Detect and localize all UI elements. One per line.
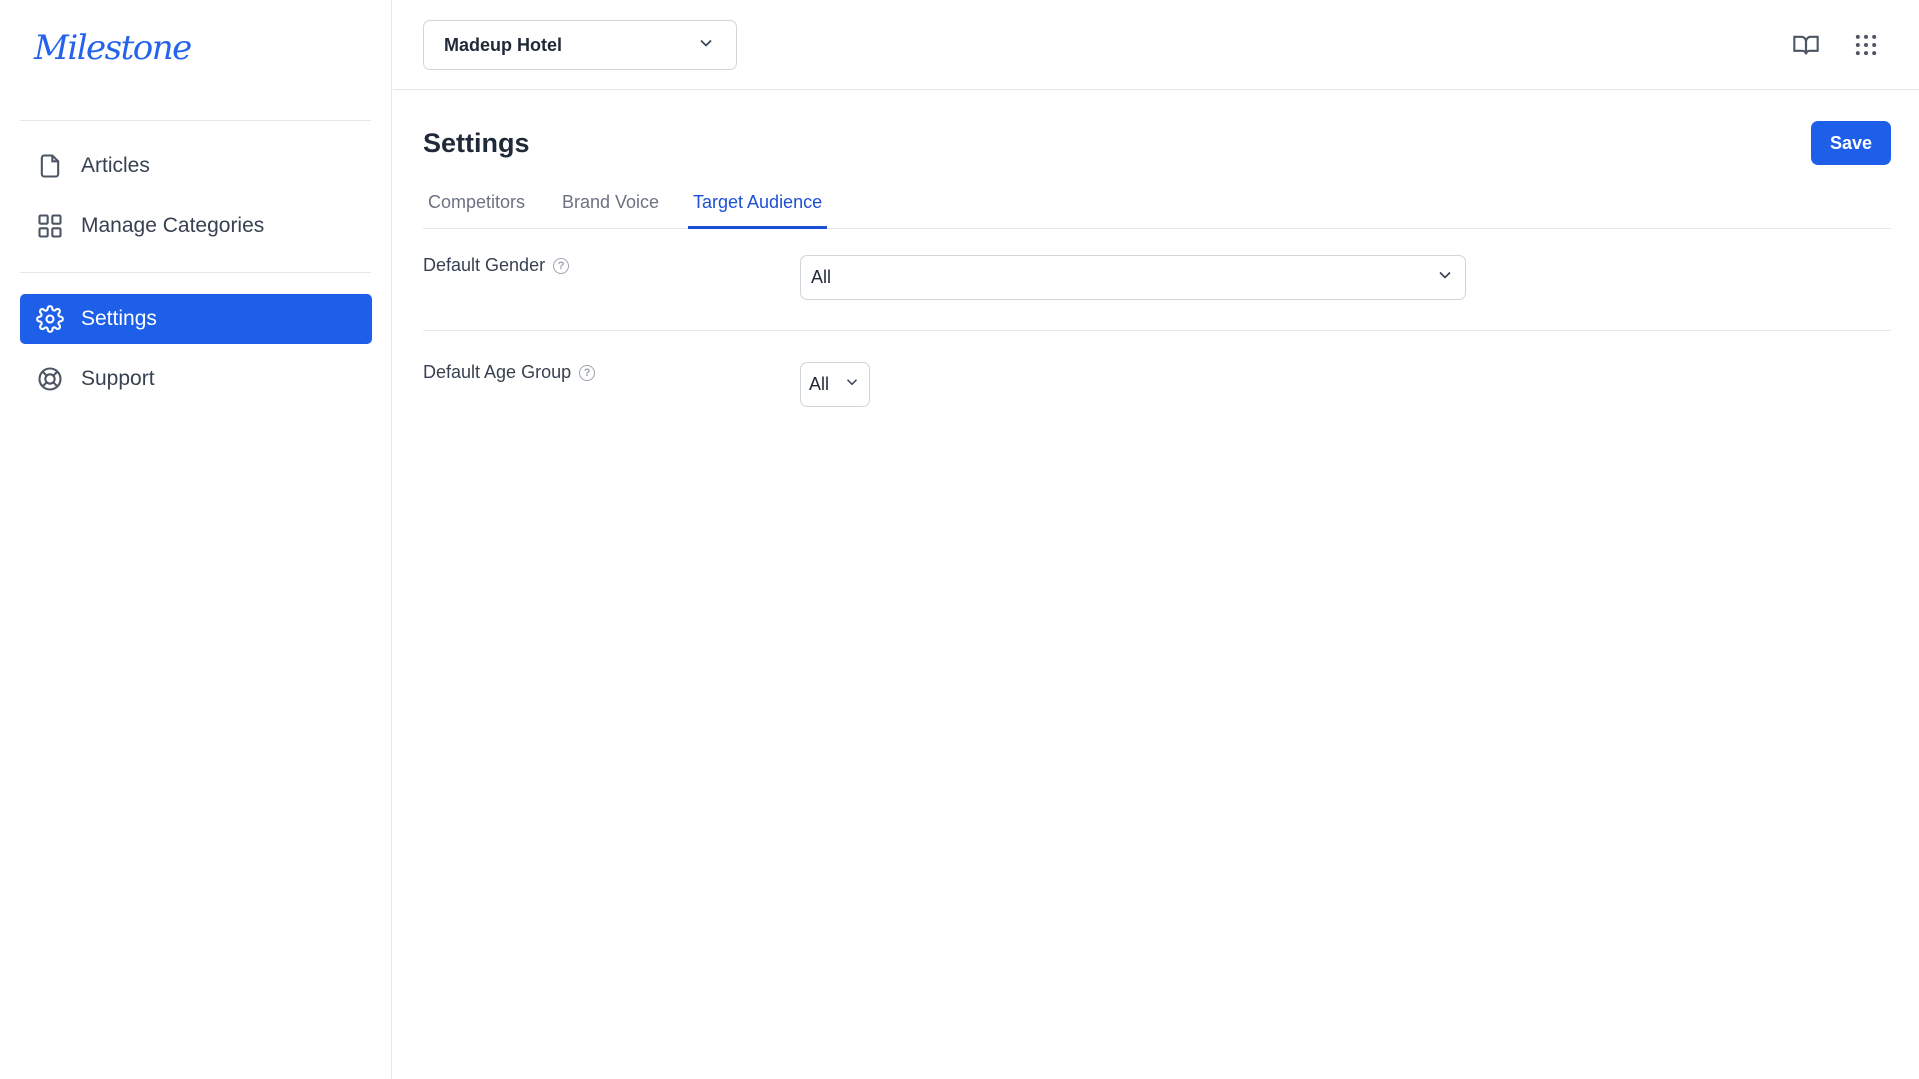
select-value: All	[809, 374, 830, 394]
default-age-group-label: Default Age Group ?	[423, 362, 596, 383]
default-age-group-select[interactable]: All	[800, 362, 870, 407]
chevron-down-icon	[696, 33, 716, 58]
file-icon	[35, 151, 65, 181]
sidebar-item-settings[interactable]: Settings	[20, 294, 372, 344]
sidebar-item-label: Settings	[81, 307, 157, 330]
tab-target-audience[interactable]: Target Audience	[688, 188, 828, 229]
hotel-select[interactable]: Madeup Hotel	[423, 20, 737, 70]
sidebar-divider	[20, 120, 371, 121]
default-gender-select[interactable]: All	[800, 255, 1466, 300]
field-label-text: Default Age Group	[423, 362, 572, 382]
field-label-text: Default Gender	[423, 255, 546, 275]
settings-tabs: Competitors Brand Voice Target Audience	[423, 188, 1891, 229]
field-divider	[423, 330, 1891, 331]
select-value: All	[811, 267, 832, 287]
sidebar-item-label: Support	[81, 367, 155, 390]
gear-icon	[35, 304, 65, 334]
help-icon[interactable]: ?	[553, 257, 570, 274]
app-logo[interactable]: Milestone	[34, 28, 192, 68]
sidebar-item-support[interactable]: Support	[20, 354, 372, 404]
save-button[interactable]: Save	[1811, 121, 1891, 165]
lifebuoy-icon	[35, 364, 65, 394]
page-title: Settings	[423, 128, 530, 158]
sidebar-item-label: Articles	[81, 154, 150, 177]
tab-brand-voice[interactable]: Brand Voice	[557, 188, 664, 229]
default-gender-label: Default Gender ?	[423, 255, 570, 276]
hotel-select-value: Madeup Hotel	[444, 34, 563, 55]
tab-competitors[interactable]: Competitors	[423, 188, 530, 229]
sidebar-item-label: Manage Categories	[81, 214, 265, 237]
sidebar-item-articles[interactable]: Articles	[20, 141, 372, 191]
sidebar: Milestone Articles Manage Categories Set…	[0, 0, 392, 1079]
help-icon[interactable]: ?	[579, 364, 596, 381]
chevron-down-icon	[843, 373, 861, 396]
apps-grid-icon[interactable]	[1851, 30, 1881, 60]
book-icon[interactable]	[1791, 30, 1821, 60]
sidebar-item-manage-categories[interactable]: Manage Categories	[20, 201, 372, 251]
sidebar-divider	[20, 272, 371, 273]
chevron-down-icon	[1435, 265, 1455, 290]
grid-icon	[35, 211, 65, 241]
top-header: Madeup Hotel	[393, 0, 1919, 90]
